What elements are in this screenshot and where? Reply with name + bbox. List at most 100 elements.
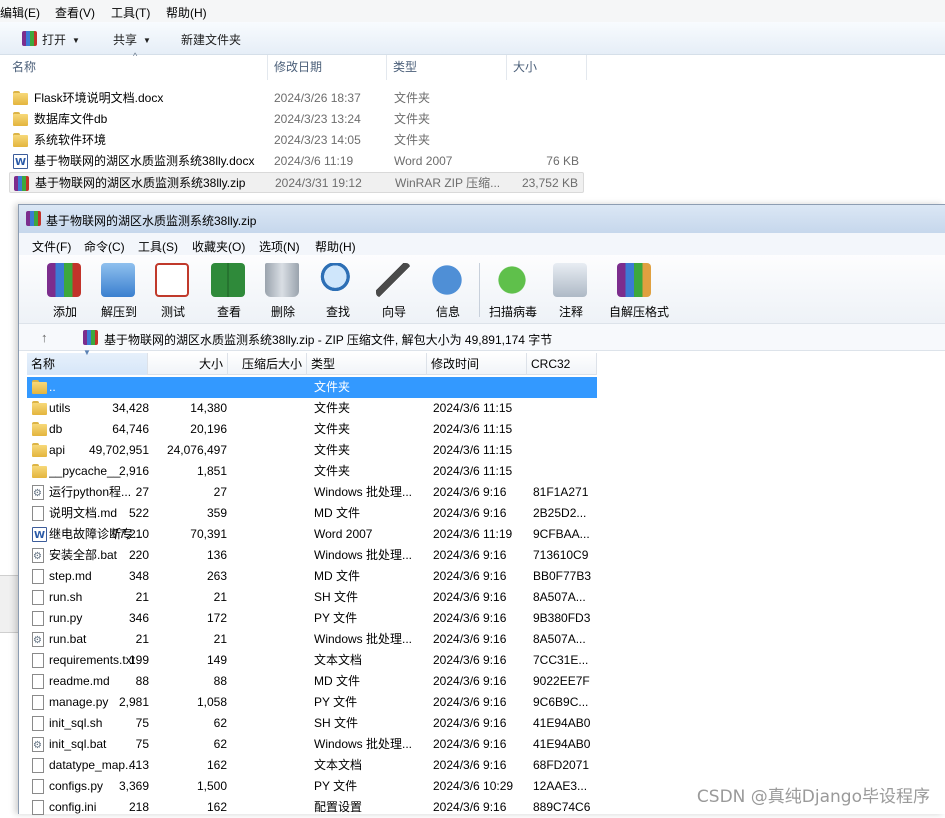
add-button[interactable]: 添加 [39, 261, 91, 321]
window-title: 基于物联网的湖区水质监测系统38lly.zip [46, 214, 257, 228]
file-row[interactable]: Flask环境说明文档.docx 2024/3/26 18:37 文件夹 [9, 88, 584, 109]
file-type: 文件夹 [394, 112, 431, 126]
column-type[interactable]: 类型 [387, 55, 507, 80]
up-arrow-icon[interactable]: ↑ [41, 330, 48, 345]
column-crc[interactable]: CRC32 [527, 353, 597, 375]
batch-file-icon [32, 630, 44, 651]
menu-options[interactable]: 选项(N) [259, 238, 300, 255]
archive-row[interactable]: api 49,702,951 24,076,497 文件夹 2024/3/6 11:15 [27, 440, 597, 461]
wizard-button[interactable]: 向导 [368, 261, 420, 321]
column-modified[interactable]: 修改时间 [427, 353, 527, 375]
open-button[interactable]: 打开 ▼ [42, 31, 80, 48]
entry-size: 34,428 [112, 401, 149, 415]
archive-row[interactable]: 继电故障诊断专...77,21070,391Word 20072024/3/6 … [27, 524, 597, 546]
column-size[interactable]: 大小 [507, 55, 587, 80]
entry-size: 49,702,951 [88, 443, 149, 457]
add-label: 添加 [52, 305, 77, 319]
column-packed[interactable]: 压缩后大小 [228, 353, 307, 375]
find-button[interactable]: 查找 [312, 261, 364, 321]
entry-name: readme.md [49, 674, 110, 688]
column-type[interactable]: 类型 [307, 353, 427, 375]
sort-arrow-icon: ▼ [83, 348, 91, 357]
entry-packed-size: 1,500 [196, 779, 227, 793]
info-label: 信息 [435, 305, 460, 319]
test-button[interactable]: 测试 [147, 261, 199, 321]
column-name-label: 名称 [12, 60, 37, 74]
column-packed-label: 压缩后大小 [241, 357, 302, 371]
archive-row[interactable]: run.bat 21 21 Windows 批处理... 2024/3/6 9:16 8A… [27, 629, 597, 651]
info-button[interactable]: 信息 [422, 261, 474, 321]
menu-commands[interactable]: 命令(C) [84, 238, 125, 255]
view-button[interactable]: 查看 [203, 261, 255, 321]
entry-crc: 2B25D2... [533, 506, 587, 520]
entry-modified: 2024/3/6 9:16 [433, 758, 507, 772]
entry-type: SH 文件 [314, 590, 359, 604]
file-row[interactable]: 系统软件环境 2024/3/23 14:05 文件夹 [9, 130, 584, 151]
archive-path-text: 基于物联网的湖区水质监测系统38lly.zip - ZIP 压缩文件, 解包大小… [104, 333, 553, 347]
archive-row[interactable]: requirements.txt 199 149 文本文档 2024/3/6 9:16 7… [27, 650, 597, 671]
entry-packed-size: 172 [206, 611, 227, 625]
file-name: 数据库文件db [34, 112, 108, 126]
scan-virus-button[interactable]: 扫描病毒 [487, 261, 539, 321]
menu-help[interactable]: 帮助(H) [166, 4, 207, 21]
menu-edit[interactable]: 编辑(E) [0, 4, 40, 21]
file-row[interactable]: 基于物联网的湖区水质监测系统38lly.docx 2024/3/6 11:19 Wo… [9, 151, 584, 173]
entry-packed-size: 70,391 [190, 527, 227, 541]
archive-row[interactable]: 安装全部.bat220136Windows 批处理...2024/3/6 9:1… [27, 545, 597, 567]
archive-row[interactable]: run.py 346 172 PY 文件 2024/3/6 9:16 9B380FD3 [27, 608, 597, 629]
archive-row[interactable]: configs.py 3,369 1,500 PY 文件 2024/3/6 10:29 1… [27, 776, 597, 797]
archive-row[interactable]: utils 34,428 14,380 文件夹 2024/3/6 11:15 [27, 398, 597, 419]
entry-packed-size: 20,196 [190, 422, 227, 436]
file-name: Flask环境说明文档.docx [34, 91, 164, 105]
winrar-titlebar[interactable]: 基于物联网的湖区水质监测系统38lly.zip [19, 205, 945, 233]
comment-button[interactable]: 注释 [545, 261, 597, 321]
column-date[interactable]: 修改日期 [268, 55, 387, 80]
extract-folder-icon [101, 263, 135, 297]
archive-row[interactable]: .. 文件夹 [27, 377, 597, 398]
menu-help[interactable]: 帮助(H) [315, 238, 356, 255]
entry-modified: 2024/3/6 9:16 [433, 800, 507, 814]
menu-tools[interactable]: 工具(T) [111, 4, 150, 21]
archive-row[interactable]: init_sql.sh 75 62 SH 文件 2024/3/6 9:16 41E94AB… [27, 713, 597, 734]
file-row[interactable]: 基于物联网的湖区水质监测系统38lly.zip 2024/3/31 19:12 Wi… [9, 172, 584, 193]
archive-row[interactable]: 运行python程...2727Windows 批处理...2024/3/6 9… [27, 482, 597, 504]
entry-type: PY 文件 [314, 695, 358, 709]
archive-row[interactable]: manage.py 2,981 1,058 PY 文件 2024/3/6 9:16 9C6… [27, 692, 597, 713]
file-row[interactable]: 数据库文件db 2024/3/23 13:24 文件夹 [9, 109, 584, 130]
add-icon [47, 263, 81, 297]
column-type-label: 类型 [393, 60, 418, 74]
entry-crc: 68FD2071 [533, 758, 590, 772]
share-button[interactable]: 共享 ▼ [113, 31, 151, 48]
entry-crc: 9022EE7F [533, 674, 590, 688]
menu-file[interactable]: 文件(F) [32, 238, 71, 255]
menu-favorites[interactable]: 收藏夹(O) [192, 238, 245, 255]
archive-row[interactable]: 说明文档.md 522 359 MD 文件 2024/3/6 9:16 2B25D2... [27, 503, 597, 524]
archive-row[interactable]: run.sh 21 21 SH 文件 2024/3/6 9:16 8A507A... [27, 587, 597, 608]
entry-type: 文件夹 [314, 401, 351, 415]
new-folder-button[interactable]: 新建文件夹 [181, 31, 241, 48]
archive-row[interactable]: db 64,746 20,196 文件夹 2024/3/6 11:15 [27, 419, 597, 440]
archive-row[interactable]: __pycache__ 2,916 1,851 文件夹 2024/3/6 11:15 [27, 461, 597, 482]
column-size[interactable]: 大小 [148, 353, 228, 375]
archive-row[interactable]: step.md 348 263 MD 文件 2024/3/6 9:16 BB0F77B3 [27, 566, 597, 587]
delete-button[interactable]: 删除 [257, 261, 309, 321]
archive-row[interactable]: config.ini 218 162 配置设置 2024/3/6 9:16 889C74C… [27, 797, 597, 818]
entry-modified: 2024/3/6 9:16 [433, 632, 507, 646]
archive-row[interactable]: readme.md 88 88 MD 文件 2024/3/6 9:16 9022EE7F [27, 671, 597, 692]
entry-packed-size: 162 [206, 800, 227, 814]
file-icon [32, 590, 44, 605]
entry-type: 配置设置 [314, 800, 363, 814]
word-document-icon [13, 152, 28, 173]
entry-type: 文件夹 [314, 380, 351, 394]
entry-modified: 2024/3/6 11:15 [433, 401, 513, 415]
menu-view[interactable]: 查看(V) [55, 4, 95, 21]
entry-name: 运行python程... [49, 485, 132, 499]
extract-to-button[interactable]: 解压到 [93, 261, 145, 321]
sfx-button[interactable]: 自解压格式 [609, 261, 669, 321]
entry-crc: 8A507A... [533, 632, 586, 646]
file-date: 2024/3/31 19:12 [275, 176, 362, 190]
menu-tools[interactable]: 工具(S) [138, 238, 178, 255]
file-icon [32, 674, 44, 689]
archive-row[interactable]: init_sql.bat 75 62 Windows 批处理... 2024/3/6 9… [27, 734, 597, 756]
archive-row[interactable]: datatype_map.... 413 162 文本文档 2024/3/6 9:16 6… [27, 755, 597, 776]
